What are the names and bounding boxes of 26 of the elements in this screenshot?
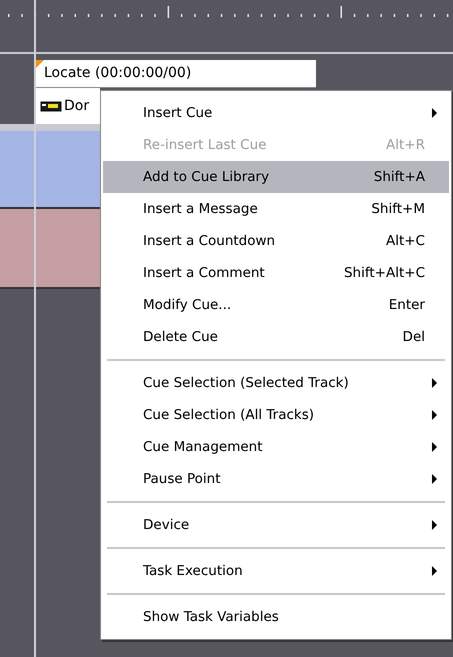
shortcut-label: Shift+A [374,168,425,187]
menu-item[interactable]: Cue Selection (Selected Track) [103,367,449,399]
shortcut-label: Shift+Alt+C [344,264,425,283]
menu-item[interactable]: Add to Cue Library Shift+A [103,161,449,193]
menu-item[interactable]: Cue Management [103,431,449,463]
cue-marker-icon [36,60,44,68]
device-icon [40,100,62,112]
menu-item[interactable]: Pause Point [103,463,449,495]
cue-label: Locate (00:00:00/00) [44,64,192,83]
menu-item[interactable]: Insert a Comment Shift+Alt+C [103,257,449,289]
cue-block[interactable]: Locate (00:00:00/00) [36,60,316,88]
menu-item[interactable]: Device [103,509,449,541]
shortcut-label: Alt+R [386,136,425,155]
shortcut-label: Del [402,328,425,347]
menu-item[interactable]: Insert a Countdown Alt+C [103,225,449,257]
shortcut-label: Enter [388,296,425,315]
device-label: Dor [64,96,90,116]
menu-item[interactable]: Show Task Variables [103,601,449,633]
menu-item[interactable]: Cue Selection (All Tracks) [103,399,449,431]
menu-item[interactable]: Task Execution [103,555,449,587]
menu-item[interactable]: Insert Cue [103,97,449,129]
menu-item[interactable]: Modify Cue... Enter [103,289,449,321]
menu-item[interactable]: Delete Cue Del [103,321,449,353]
shortcut-label: Shift+M [371,200,425,219]
shortcut-label: Alt+C [386,232,425,251]
menu-item[interactable]: Insert a Message Shift+M [103,193,449,225]
